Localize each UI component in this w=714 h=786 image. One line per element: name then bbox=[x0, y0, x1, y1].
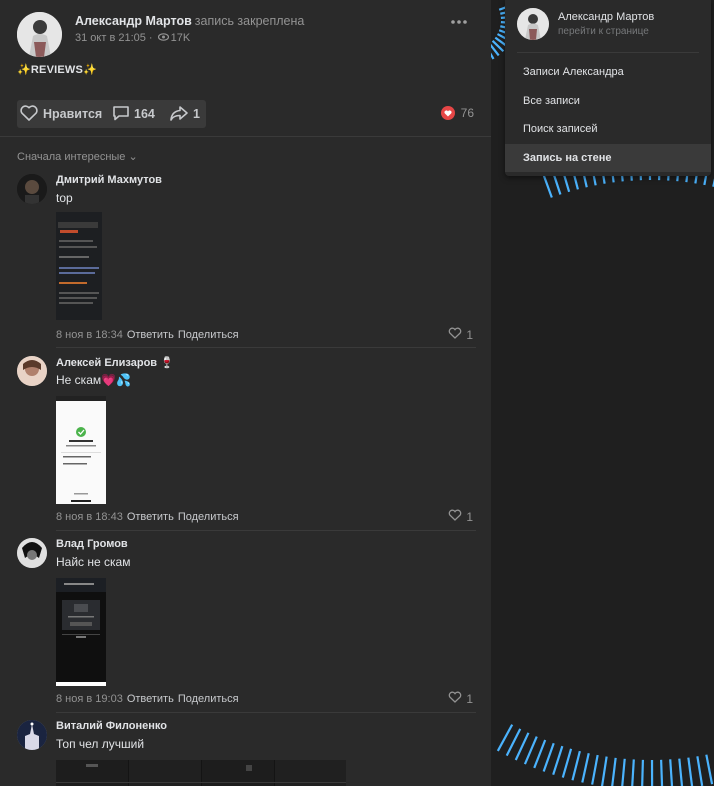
menu-author-name: Александр Мартов bbox=[558, 11, 655, 23]
reply-button[interactable]: Ответить bbox=[127, 693, 174, 705]
comment-likes-count: 1 bbox=[466, 509, 473, 524]
comment-item: Дмитрий Махмутов top 8 ноя в 18:34 Ответи… bbox=[17, 174, 476, 348]
comments-sort-dropdown[interactable]: Сначала интересные ⌄ bbox=[17, 150, 138, 163]
comment-text: top bbox=[56, 191, 73, 205]
comment-attachment-image[interactable] bbox=[56, 396, 106, 504]
more-options-icon[interactable] bbox=[449, 12, 469, 28]
comment-attachment-image[interactable] bbox=[56, 578, 106, 686]
comment-divider bbox=[56, 347, 476, 348]
share-icon bbox=[169, 104, 193, 125]
commenter-name[interactable]: Дмитрий Махмутов bbox=[56, 174, 162, 186]
like-button[interactable]: Нравится bbox=[19, 100, 102, 128]
reply-button[interactable]: Ответить bbox=[127, 511, 174, 523]
comment-likes-count: 1 bbox=[466, 327, 473, 342]
reactions-count: 76 bbox=[460, 106, 474, 120]
heart-outline-icon bbox=[448, 691, 466, 706]
reactions-summary[interactable]: 76 bbox=[440, 106, 474, 120]
commenter-avatar[interactable] bbox=[17, 174, 47, 204]
like-label: Нравится bbox=[43, 107, 103, 121]
post-author-name[interactable]: Александр Мартов bbox=[75, 14, 192, 28]
sort-label: Сначала интересные bbox=[17, 151, 126, 163]
commenter-name[interactable]: Алексей Елизаров 🍷 bbox=[56, 356, 174, 369]
heart-outline-icon bbox=[19, 104, 43, 125]
share-comment-button[interactable]: Поделиться bbox=[178, 329, 239, 341]
comment-date[interactable]: 8 ноя в 19:03 bbox=[56, 693, 123, 705]
comment-like-button[interactable]: 1 bbox=[448, 327, 473, 342]
wall-post: Александр Мартов запись закреплена 31 окт… bbox=[0, 0, 491, 786]
commenter-avatar[interactable] bbox=[17, 720, 47, 750]
comment-text: Найс не скам bbox=[56, 555, 131, 569]
comment-attachment-image[interactable] bbox=[56, 212, 102, 320]
comment-attachment-image[interactable] bbox=[56, 760, 346, 786]
menu-avatar bbox=[517, 8, 549, 40]
commenter-name[interactable]: Влад Громов bbox=[56, 538, 128, 550]
menu-item-search-posts[interactable]: Поиск записей bbox=[505, 115, 711, 143]
menu-item-all-posts[interactable]: Все записи bbox=[505, 87, 711, 115]
comment-item: Виталий Филоненко Топ чел лучший bbox=[17, 720, 476, 786]
menu-item-wall-post[interactable]: Запись на стене bbox=[505, 144, 711, 172]
post-header: Александр Мартов запись закреплена 31 окт… bbox=[17, 10, 477, 57]
comment-like-button[interactable]: 1 bbox=[448, 691, 473, 706]
comment-icon bbox=[112, 104, 134, 125]
comment-date[interactable]: 8 ноя в 18:34 bbox=[56, 329, 123, 341]
comment-item: Влад Громов Найс не скам 8 ноя в 19:03 От… bbox=[17, 538, 476, 713]
comment-date[interactable]: 8 ноя в 18:43 bbox=[56, 511, 123, 523]
post-date[interactable]: 31 окт в 21:05 bbox=[75, 32, 146, 44]
comment-button[interactable]: 164 bbox=[112, 100, 155, 128]
heart-reaction-icon bbox=[440, 106, 455, 120]
share-button[interactable]: 1 bbox=[169, 100, 200, 128]
menu-divider bbox=[517, 52, 699, 53]
commenter-name[interactable]: Виталий Филоненко bbox=[56, 720, 167, 732]
comment-text: Не скам💗💦 bbox=[56, 373, 131, 387]
post-options-menu: Александр Мартов перейти к странице Запи… bbox=[505, 0, 711, 176]
post-divider bbox=[0, 136, 491, 137]
post-action-bar: Нравится 164 1 bbox=[17, 100, 206, 128]
comment-text: Топ чел лучший bbox=[56, 737, 145, 751]
chevron-down-icon: ⌄ bbox=[128, 151, 138, 163]
comment-like-button[interactable]: 1 bbox=[448, 509, 473, 524]
menu-profile-link[interactable]: Александр Мартов перейти к странице bbox=[517, 8, 707, 40]
menu-go-to-page: перейти к странице bbox=[558, 26, 649, 37]
commenter-avatar[interactable] bbox=[17, 538, 47, 568]
comment-item: Алексей Елизаров 🍷 Не скам💗💦 8 ноя в 18:… bbox=[17, 356, 476, 531]
share-comment-button[interactable]: Поделиться bbox=[178, 511, 239, 523]
post-text: ✨REVIEWS✨ bbox=[17, 64, 97, 76]
heart-outline-icon bbox=[448, 327, 466, 342]
share-comment-button[interactable]: Поделиться bbox=[178, 693, 239, 705]
menu-item-author-posts[interactable]: Записи Александра bbox=[505, 58, 711, 86]
commenter-avatar[interactable] bbox=[17, 356, 47, 386]
pinned-label: запись закреплена bbox=[194, 14, 305, 28]
comment-divider bbox=[56, 712, 476, 713]
views-count: 17K bbox=[170, 32, 191, 44]
author-avatar[interactable] bbox=[17, 12, 62, 57]
eye-icon bbox=[157, 32, 169, 44]
heart-outline-icon bbox=[448, 509, 466, 524]
comment-likes-count: 1 bbox=[466, 691, 473, 706]
shares-count: 1 bbox=[193, 107, 200, 121]
comments-count: 164 bbox=[134, 107, 155, 121]
reply-button[interactable]: Ответить bbox=[127, 329, 174, 341]
comment-divider bbox=[56, 530, 476, 531]
